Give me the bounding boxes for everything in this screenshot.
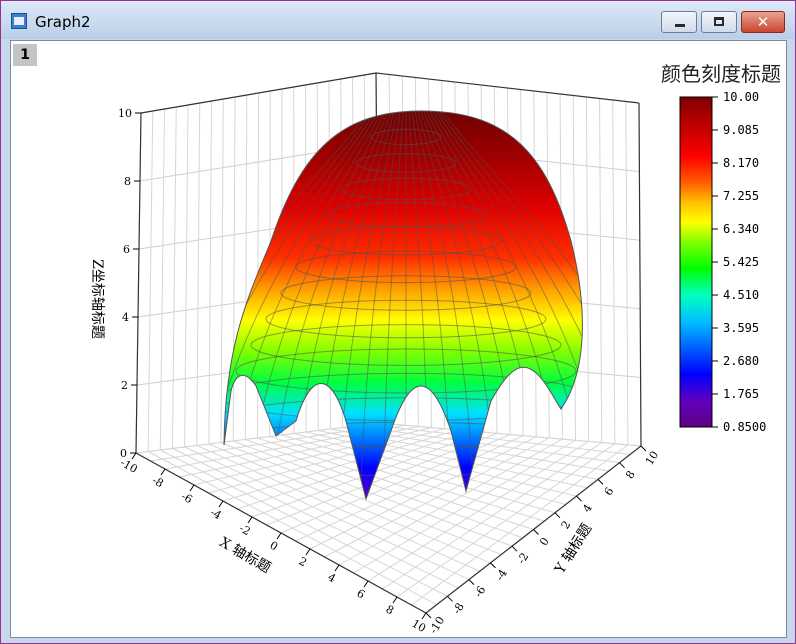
colorbar-title: 颜色刻度标题 (661, 62, 781, 86)
colorbar-label: 5.425 (723, 255, 759, 269)
colorbar: 颜色刻度标题 10.00 9.085 8.170 7.255 6.340 5.425 4.5… (661, 62, 781, 434)
wall-gridline (220, 98, 224, 443)
y-tick-mark (619, 462, 625, 469)
wall-gridline (585, 96, 590, 442)
maximize-button[interactable] (701, 11, 737, 33)
wall-gridline (147, 110, 154, 452)
z-tick-label: 10 (118, 107, 132, 120)
colorbar-label: 0.8500 (723, 420, 766, 434)
x-tick-label: -2 (237, 522, 253, 539)
y-tick-label: 6 (602, 485, 617, 498)
colorbar-ramp (679, 96, 713, 428)
y-tick-mark (597, 479, 604, 485)
wall-gridline (140, 72, 640, 114)
x-tick-mark (189, 484, 195, 492)
minimize-icon (675, 24, 685, 27)
colorbar-label: 10.00 (723, 90, 759, 104)
colorbar-label: 4.510 (723, 288, 759, 302)
x-axis-title: X 轴标题 (217, 535, 274, 577)
z-tick-label: 6 (123, 243, 130, 256)
x-tick-label: 0 (267, 539, 280, 554)
x-tick-label: 6 (354, 587, 367, 602)
floor-gridline (354, 425, 620, 464)
y-tick-mark (425, 612, 432, 619)
y-tick-mark (511, 545, 518, 552)
y-tick-label: 4 (580, 502, 595, 515)
colorbar-label: 9.085 (723, 123, 759, 137)
x-tick-label: 4 (325, 571, 338, 586)
y-tick-label: -6 (472, 584, 489, 600)
wall-gridline (612, 99, 616, 444)
x-tick-label: -6 (179, 490, 195, 507)
graph-window: Graph2 ✕ 1 0 2 4 6 8 10 -10 -8 -6 -4 -2 … (0, 0, 796, 644)
y-tick-label: -4 (493, 567, 510, 583)
wall-gridline (184, 104, 189, 448)
floor-gridline (411, 444, 629, 606)
wall-gridline (208, 100, 212, 445)
x-tick-mark (247, 516, 253, 524)
z-tick-label: 8 (124, 175, 131, 188)
y-tick-mark (640, 445, 647, 452)
wall-gridline (625, 101, 629, 445)
x-tick-label: -8 (150, 474, 166, 491)
colorbar-label: 1.765 (723, 387, 759, 401)
minimize-button[interactable] (661, 11, 697, 33)
surface-chart[interactable]: 0246810 -10-8-6-4-20246810 -10-8-6-4-202… (11, 41, 786, 637)
y-tick-label: 10 (643, 449, 661, 468)
wall-gridline (244, 94, 248, 440)
z-axis: 0246810 (118, 107, 141, 460)
x-tick-mark (363, 580, 369, 588)
x-tick-label: 2 (296, 555, 309, 570)
wall-gridline (232, 96, 236, 442)
y-axis-title: Y 轴标题 (552, 521, 596, 578)
colorbar-label: 6.340 (723, 222, 759, 236)
box-edge (135, 112, 142, 454)
wall-gridline (171, 106, 177, 449)
wall-gridline (196, 102, 201, 446)
close-button[interactable]: ✕ (741, 11, 785, 33)
x-tick-label: 8 (383, 603, 396, 618)
x-tick-label: 10 (409, 617, 428, 635)
box-edge (638, 102, 642, 447)
x-tick-mark (276, 532, 282, 540)
close-icon: ✕ (756, 13, 770, 31)
title-bar[interactable]: Graph2 ✕ (1, 1, 795, 39)
y-tick-label: 0 (537, 535, 552, 548)
graph-page[interactable]: 1 0 2 4 6 8 10 -10 -8 -6 -4 -2 0 2 4 6 8… (10, 40, 787, 638)
x-tick-mark (160, 468, 166, 476)
z-axis-title: Z坐标轴标题 (89, 259, 105, 339)
y-tick-mark (554, 512, 561, 519)
colorbar-label: 3.595 (723, 321, 759, 335)
x-tick-mark (131, 452, 137, 460)
maximize-icon (714, 17, 724, 26)
x-tick-mark (218, 500, 224, 508)
y-tick-mark (468, 579, 475, 585)
x-tick-mark (421, 612, 427, 620)
y-tick-label: 8 (623, 468, 638, 481)
y-tick-mark (533, 529, 539, 535)
y-tick-label: -8 (450, 600, 467, 616)
wall-gridline (159, 108, 165, 451)
colorbar-labels: 10.00 9.085 8.170 7.255 6.340 5.425 4.510 3.595… (712, 90, 766, 434)
wall-gridline (599, 98, 603, 443)
colorbar-label: 7.255 (723, 189, 759, 203)
y-tick-label: -2 (515, 550, 532, 566)
x-axis: -10-8-6-4-20246810 (118, 452, 428, 635)
y-tick-label: 2 (559, 519, 574, 532)
colorbar-label: 2.680 (723, 354, 759, 368)
z-tick-label: 4 (122, 311, 129, 324)
y-tick-mark (447, 595, 453, 602)
graph-window-icon (11, 13, 27, 29)
x-tick-mark (305, 548, 311, 556)
z-tick-label: 2 (121, 379, 128, 392)
x-tick-label: -4 (208, 506, 224, 523)
window-title: Graph2 (35, 13, 91, 31)
x-tick-mark (334, 564, 340, 572)
y-tick-mark (576, 495, 582, 502)
colorbar-label: 8.170 (723, 156, 759, 170)
y-tick-mark (490, 562, 496, 569)
x-tick-mark (392, 596, 398, 604)
